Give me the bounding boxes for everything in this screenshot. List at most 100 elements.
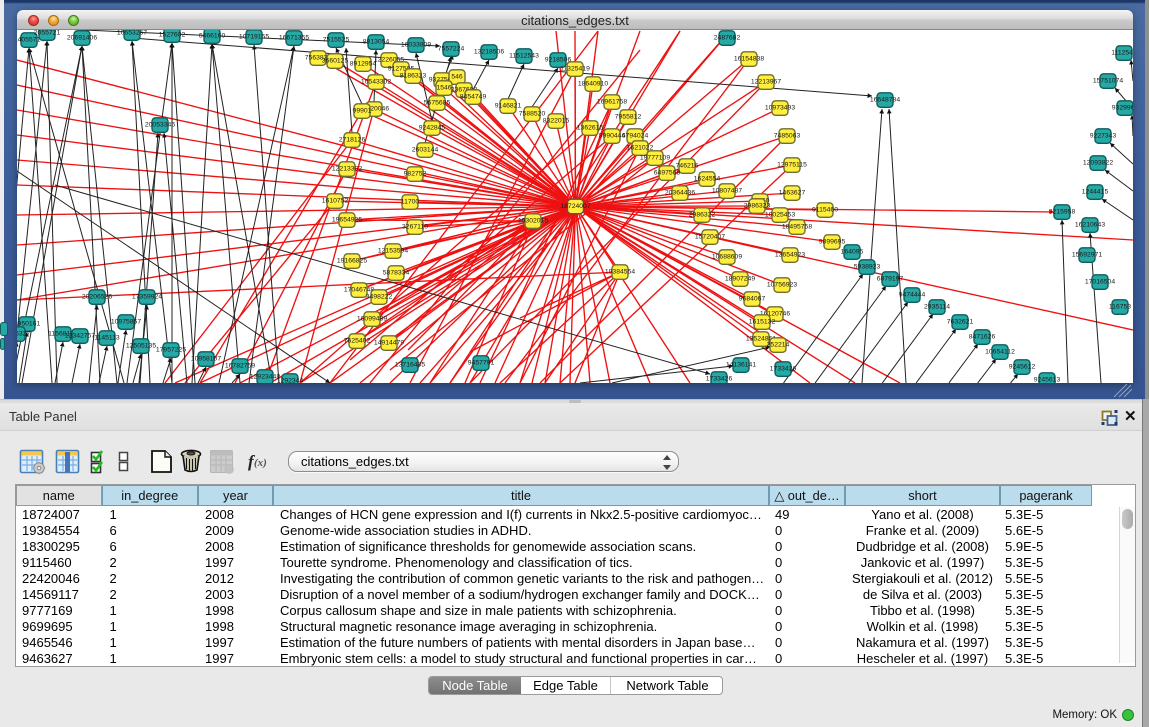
svg-text:16648784: 16648784: [870, 97, 900, 104]
svg-text:116753: 116753: [1109, 304, 1131, 311]
svg-text:19166825: 19166825: [337, 258, 367, 265]
svg-text:16154838: 16154838: [734, 56, 764, 63]
svg-text:7625402: 7625402: [344, 338, 371, 345]
svg-text:3498222: 3498222: [366, 294, 393, 301]
svg-text:164095: 164095: [841, 249, 864, 256]
svg-text:16033809: 16033809: [401, 42, 431, 49]
svg-text:2055721: 2055721: [34, 30, 61, 37]
svg-text:13218506: 13218506: [474, 49, 504, 56]
svg-text:16961758: 16961758: [597, 99, 627, 106]
svg-text:14136141: 14136141: [726, 362, 756, 369]
svg-text:19654925: 19654925: [332, 217, 362, 224]
svg-text:12342757: 12342757: [65, 333, 95, 340]
svg-text:10958107: 10958107: [191, 356, 221, 363]
svg-text:8454749: 8454749: [460, 94, 487, 101]
svg-text:3660125: 3660125: [322, 58, 349, 65]
svg-text:12153594: 12153594: [378, 248, 408, 255]
svg-text:1546: 1546: [436, 85, 451, 92]
svg-text:16099489: 16099489: [357, 316, 387, 323]
svg-text:8186323: 8186323: [400, 73, 427, 80]
svg-text:6466160: 6466160: [199, 33, 226, 40]
svg-text:10973493: 10973493: [765, 105, 795, 112]
svg-text:10756923: 10756923: [767, 282, 797, 289]
svg-text:11325419: 11325419: [560, 66, 590, 73]
svg-text:12213967: 12213967: [751, 79, 781, 86]
svg-text:10653267: 10653267: [117, 30, 147, 37]
svg-text:15751074: 15751074: [1093, 78, 1123, 85]
svg-text:7515525: 7515525: [323, 37, 350, 44]
svg-text:10975857: 10975857: [111, 319, 141, 326]
svg-text:17957225: 17957225: [156, 347, 186, 354]
svg-text:9115460: 9115460: [812, 207, 838, 214]
svg-text:2986323: 2986323: [744, 203, 771, 210]
svg-text:1244415: 1244415: [1082, 189, 1109, 196]
svg-text:1733426: 1733426: [706, 376, 733, 383]
svg-text:15720407: 15720407: [695, 234, 725, 241]
svg-text:10688609: 10688609: [712, 254, 742, 261]
svg-text:20053346: 20053346: [145, 122, 175, 129]
svg-text:8813054: 8813054: [363, 39, 390, 46]
svg-text:2986322: 2986322: [689, 212, 716, 219]
svg-text:2718126: 2718126: [339, 137, 366, 144]
svg-text:11700: 11700: [401, 199, 420, 206]
svg-text:16782759: 16782759: [225, 363, 255, 370]
svg-text:9329966: 9329966: [1112, 105, 1133, 112]
svg-text:20364436: 20364436: [665, 190, 695, 197]
svg-text:7588520: 7588520: [519, 111, 546, 118]
svg-text:10719155: 10719155: [239, 34, 269, 41]
svg-text:1362615: 1362615: [577, 125, 604, 132]
svg-text:12923448: 12923448: [250, 374, 280, 381]
svg-text:2487682: 2487682: [714, 35, 741, 42]
svg-text:5675685: 5675685: [424, 100, 451, 107]
svg-text:2603144: 2603144: [412, 147, 439, 154]
svg-text:2935114: 2935114: [924, 304, 950, 311]
svg-text:9146821: 9146821: [495, 103, 522, 110]
svg-text:746216: 746216: [676, 163, 699, 170]
svg-text:17016504: 17016504: [1085, 279, 1115, 286]
svg-text:10543302: 10543302: [361, 79, 391, 86]
svg-text:12093822: 12093822: [1083, 160, 1113, 167]
svg-text:1527602: 1527602: [159, 32, 186, 39]
svg-text:17359924: 17359924: [132, 294, 162, 301]
svg-text:18640910: 18640910: [578, 81, 608, 88]
svg-text:7485063: 7485063: [774, 133, 801, 140]
svg-text:7632621: 7632621: [947, 319, 974, 326]
svg-text:9474444: 9474444: [899, 292, 926, 299]
svg-text:13654923: 13654923: [775, 252, 805, 259]
svg-text:9227343: 9227343: [1090, 133, 1117, 140]
svg-text:9899695: 9899695: [819, 239, 846, 246]
svg-text:99901: 99901: [353, 108, 372, 115]
svg-text:3267110: 3267110: [402, 224, 428, 231]
svg-text:19384554: 19384554: [605, 269, 635, 276]
svg-text:17046748: 17046748: [344, 287, 374, 294]
svg-text:9457791: 9457791: [468, 360, 495, 367]
svg-text:1610752: 1610752: [322, 198, 349, 205]
svg-text:6497568: 6497568: [654, 170, 681, 177]
svg-text:19777109: 19777109: [640, 155, 670, 162]
svg-text:1615132: 1615132: [749, 319, 776, 326]
svg-text:9245613: 9245613: [1034, 377, 1061, 384]
svg-text:9242845: 9242845: [419, 125, 446, 132]
svg-text:7955812: 7955812: [615, 114, 642, 121]
svg-text:5938923: 5938923: [854, 264, 881, 271]
svg-text:6794024: 6794024: [622, 133, 649, 140]
svg-text:12505135: 12505135: [126, 343, 156, 350]
svg-text:1145113: 1145113: [94, 335, 120, 342]
svg-text:20691406: 20691406: [67, 35, 97, 42]
svg-text:1112543: 1112543: [1111, 50, 1133, 57]
svg-text:14914479: 14914479: [374, 340, 404, 347]
svg-text:18495758: 18495758: [782, 224, 812, 231]
svg-text:5878334: 5878334: [383, 270, 410, 277]
svg-text:8471626: 8471626: [969, 334, 996, 341]
svg-text:8912954: 8912954: [350, 61, 377, 68]
svg-text:18907249: 18907249: [725, 276, 755, 283]
svg-text:16671355: 16671355: [279, 35, 309, 42]
svg-text:6879197: 6879197: [877, 276, 904, 283]
svg-text:15692971: 15692971: [1072, 252, 1102, 259]
svg-text:7557224: 7557224: [438, 46, 465, 53]
svg-text:10025453: 10025453: [765, 212, 795, 219]
svg-text:3915327: 3915327: [17, 331, 30, 338]
svg-text:19302015: 19302015: [518, 218, 548, 225]
svg-text:13716485: 13716485: [395, 362, 425, 369]
svg-text:982752: 982752: [404, 171, 427, 178]
